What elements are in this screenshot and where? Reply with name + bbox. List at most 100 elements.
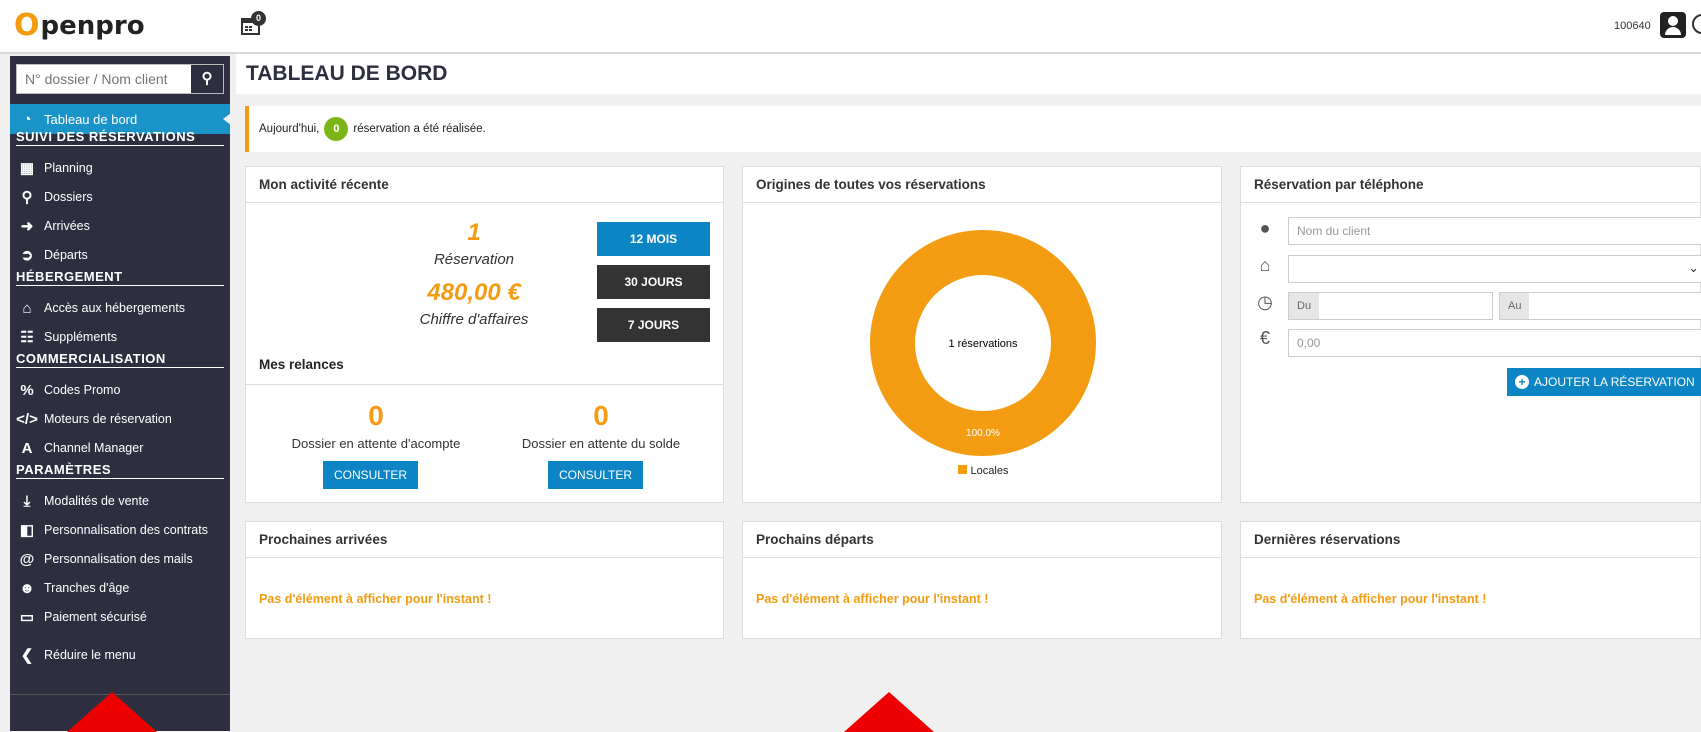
- sidebar-item-acces[interactable]: ⌂ Accès aux hébergements: [16, 295, 224, 321]
- amount-input[interactable]: 0,00: [1288, 329, 1701, 357]
- departures-panel: Prochains départs Pas d'élément à affich…: [742, 521, 1222, 639]
- au-label: Au: [1500, 293, 1530, 319]
- user-icon: ●: [1259, 218, 1271, 238]
- openpro-logo[interactable]: O penpro: [14, 8, 145, 43]
- users-icon: ☻: [19, 579, 35, 597]
- search-icon: ⚲: [21, 189, 33, 206]
- sidebar: ⚲ ◔ Tableau de bord SUIVI DES RÉSERVATIO…: [10, 56, 231, 731]
- panel-title: Prochains départs: [743, 522, 1221, 558]
- logo-o: O: [14, 8, 40, 43]
- sidebar-item-tranches[interactable]: ☻ Tranches d'âge: [16, 575, 224, 601]
- sidebar-item-modalites[interactable]: ⤓ Modalités de vente: [16, 488, 224, 514]
- sidebar-item-label: Planning: [44, 161, 93, 175]
- user-id: 100640: [1614, 20, 1651, 32]
- sidebar-item-label: Tableau de bord: [44, 111, 138, 127]
- sidebar-item-arrivees[interactable]: ➜ Arrivées: [16, 213, 224, 239]
- revenue-value: 480,00 €: [427, 279, 521, 306]
- add-reservation-button[interactable]: + AJOUTER LA RÉSERVATION: [1507, 368, 1701, 396]
- solde-count: 0: [593, 400, 609, 431]
- page-title: TABLEAU DE BORD: [236, 54, 1701, 94]
- chevron-left-icon: ❮: [20, 647, 34, 664]
- home-icon: ⌂: [22, 299, 32, 317]
- sidebar-item-label: Dossiers: [44, 190, 93, 204]
- red-marker: [844, 692, 934, 732]
- acompte-label: Dossier en attente d'acompte: [291, 436, 461, 451]
- revenue-label: Chiffre d'affaires: [419, 311, 529, 328]
- latest-reservations-panel: Dernières réservations Pas d'élément à a…: [1240, 521, 1701, 639]
- user-icon[interactable]: [1660, 12, 1686, 38]
- sidebar-item-label: Personnalisation des mails: [44, 552, 193, 566]
- notice-prefix: Aujourd'hui,: [259, 123, 320, 135]
- power-icon[interactable]: [1692, 14, 1701, 34]
- 12-months-button[interactable]: 12 MOIS: [597, 222, 710, 256]
- panel-title: Réservation par téléphone: [1241, 167, 1700, 203]
- broadcast-icon: A: [21, 439, 33, 457]
- client-name-input[interactable]: Nom du client: [1288, 217, 1701, 245]
- plus-circle-icon: +: [1515, 375, 1529, 389]
- search-button[interactable]: ⚲: [191, 65, 223, 93]
- solde-label: Dossier en attente du solde: [521, 436, 681, 451]
- percent-icon: %: [20, 381, 34, 399]
- search-input[interactable]: [17, 65, 187, 93]
- panel-title: Mon activité récente: [246, 167, 723, 203]
- du-label: Du: [1289, 293, 1320, 319]
- reservation-label: Réservation: [433, 251, 515, 268]
- sidebar-item-contrats[interactable]: ◧ Personnalisation des contrats: [16, 517, 224, 543]
- date-to-input[interactable]: Au: [1499, 292, 1701, 320]
- sidebar-item-mails[interactable]: @ Personnalisation des mails: [16, 546, 224, 572]
- donut-percent-label: 100.0%: [966, 428, 1000, 439]
- calendar-badge: 0: [251, 11, 266, 26]
- 30-days-button[interactable]: 30 JOURS: [597, 265, 710, 299]
- section-commercialisation: COMMERCIALISATION: [16, 351, 224, 368]
- 7-days-button[interactable]: 7 JOURS: [597, 308, 710, 342]
- sidebar-item-supplements[interactable]: ☷ Suppléments: [16, 324, 224, 350]
- donut-center-label: 1 réservations: [948, 338, 1018, 350]
- sidebar-item-label: Modalités de vente: [44, 494, 149, 508]
- sidebar-item-label: Départs: [44, 248, 88, 262]
- sidebar-item-label: Moteurs de réservation: [44, 412, 172, 426]
- origins-panel: Origines de toutes vos réservations 1 ré…: [742, 166, 1222, 503]
- credit-card-icon: ▭: [19, 609, 35, 626]
- sidebar-item-paiement[interactable]: ▭ Paiement sécurisé: [16, 604, 224, 630]
- code-icon: </>: [16, 410, 38, 428]
- date-from-input[interactable]: Du: [1288, 292, 1493, 320]
- sidebar-item-dossiers[interactable]: ⚲ Dossiers: [16, 184, 224, 210]
- top-bar: O penpro 0 100640: [0, 0, 1701, 54]
- notice-suffix: réservation a été réalisée.: [353, 123, 486, 135]
- at-icon: @: [19, 550, 35, 568]
- acompte-count: 0: [368, 400, 384, 431]
- sidebar-item-codes-promo[interactable]: % Codes Promo: [16, 377, 224, 403]
- sidebar-item-label: Tranches d'âge: [44, 581, 130, 595]
- section-suivi: SUIVI DES RÉSERVATIONS: [16, 129, 224, 146]
- lodging-select[interactable]: ⌄: [1288, 255, 1701, 283]
- activity-panel: Mon activité récente 1 Réservation 480,0…: [245, 166, 724, 503]
- red-marker: [67, 692, 157, 732]
- reservation-count: 1: [467, 219, 481, 246]
- chevron-down-icon: ⌄: [1688, 260, 1699, 275]
- arrivals-panel: Prochaines arrivées Pas d'élément à affi…: [245, 521, 724, 639]
- sidebar-item-label: Personnalisation des contrats: [44, 523, 208, 537]
- panel-title: Dernières réservations: [1241, 522, 1700, 558]
- chart-legend: Locales: [743, 465, 1223, 477]
- relances-title: Mes relances: [246, 357, 724, 385]
- sidebar-item-departs[interactable]: ➲ Départs: [16, 242, 224, 268]
- consult-solde-button[interactable]: CONSULTER: [548, 461, 643, 489]
- calendar-icon[interactable]: 0: [240, 11, 266, 40]
- euro-icon: €: [1259, 328, 1270, 348]
- panel-title: Prochaines arrivées: [246, 522, 723, 558]
- consult-acompte-button[interactable]: CONSULTER: [323, 461, 418, 489]
- add-reservation-label: AJOUTER LA RÉSERVATION: [1534, 375, 1695, 389]
- sidebar-item-planning[interactable]: ▦ Planning: [16, 155, 224, 181]
- sidebar-item-label: Codes Promo: [44, 383, 121, 397]
- sidebar-item-label: Réduire le menu: [44, 648, 136, 662]
- sidebar-item-moteurs[interactable]: </> Moteurs de réservation: [16, 406, 224, 432]
- calendar-icon: ▦: [19, 160, 35, 177]
- reduce-menu-button[interactable]: ❮ Réduire le menu: [16, 642, 224, 668]
- sign-out-icon: ➲: [20, 247, 34, 264]
- sidebar-item-channel[interactable]: A Channel Manager: [16, 435, 224, 461]
- legend-label: Locales: [970, 465, 1009, 477]
- clock-icon: ◷: [1257, 292, 1273, 312]
- sidebar-search: ⚲: [16, 64, 224, 94]
- home-icon: ⌂: [1259, 255, 1271, 275]
- sidebar-item-label: Paiement sécurisé: [44, 610, 147, 624]
